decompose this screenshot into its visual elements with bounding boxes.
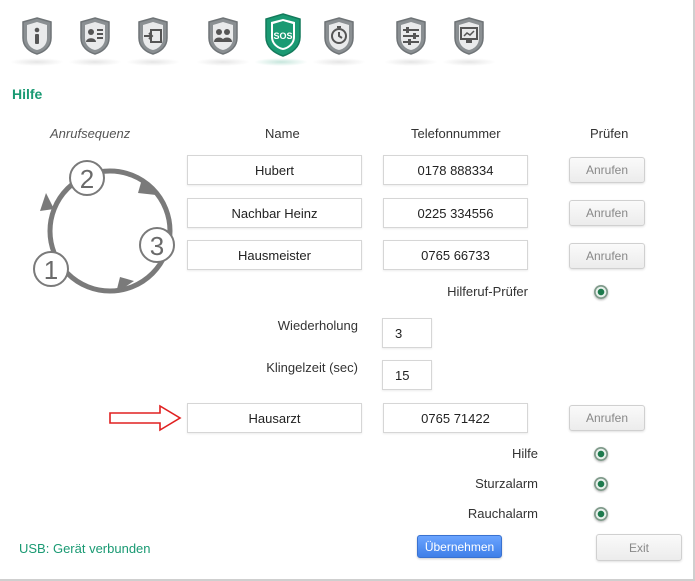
toolbar-shadow [196,58,250,66]
settings-sliders-icon[interactable] [393,16,429,56]
checker-label: Hilferuf-Prüfer [447,284,528,299]
call-button[interactable]: Anrufen [569,243,645,269]
toolbar-shadow [126,58,180,66]
repeat-label: Wiederholung [277,318,358,333]
contact-phone-field[interactable]: 0225 334556 [383,198,528,228]
toolbar-shadow [10,58,64,66]
doctor-name-field[interactable]: Hausarzt [187,403,362,433]
call-button[interactable]: Anrufen [569,405,645,431]
sequence-step-2: 2 [80,164,94,194]
contacts-icon[interactable] [77,16,113,56]
sequence-step-1: 1 [44,255,58,285]
ringtime-label: Klingelzeit (sec) [266,360,358,375]
option-label-rauchalarm: Rauchalarm [467,506,538,521]
repeat-field[interactable]: 3 [382,318,432,348]
sos-label: SOS [273,31,292,41]
usb-status: USB: Gerät verbunden [19,541,151,556]
toolbar-shadow [254,58,308,66]
section-title: Hilfe [12,86,43,102]
column-header-name: Name [265,126,300,141]
toolbar-shadow [68,58,122,66]
toolbar-shadow [442,58,496,66]
contact-name-field[interactable]: Hubert [187,155,362,185]
info-icon[interactable] [19,16,55,56]
doctor-phone-field[interactable]: 0765 71422 [383,403,528,433]
display-icon[interactable] [451,16,487,56]
option-radio-rauchalarm[interactable] [594,507,608,521]
exit-button[interactable]: Exit [596,534,682,561]
sos-icon[interactable]: SOS [263,12,303,58]
import-icon[interactable] [135,16,171,56]
toolbar-shadow [384,58,438,66]
checker-radio[interactable] [594,285,608,299]
sequence-title: Anrufsequenz [50,126,131,141]
column-header-phone: Telefonnummer [411,126,501,141]
contact-phone-field[interactable]: 0178 888334 [383,155,528,185]
option-label-sturzalarm: Sturzalarm [475,476,538,491]
contact-name-field[interactable]: Hausmeister [187,240,362,270]
option-radio-sturzalarm[interactable] [594,477,608,491]
people-icon[interactable] [205,16,241,56]
contact-name-field[interactable]: Nachbar Heinz [187,198,362,228]
call-sequence-diagram: 2 3 1 [26,155,186,305]
column-header-test: Prüfen [590,126,629,141]
arrow-right-icon [108,404,183,432]
call-button[interactable]: Anrufen [569,200,645,226]
option-label-hilfe: Hilfe [511,446,538,461]
option-radio-hilfe[interactable] [594,447,608,461]
apply-button[interactable]: Übernehmen [417,535,502,558]
sequence-step-3: 3 [150,231,164,261]
ringtime-field[interactable]: 15 [382,360,432,390]
call-button[interactable]: Anrufen [569,157,645,183]
contact-phone-field[interactable]: 0765 66733 [383,240,528,270]
toolbar-shadow [312,58,366,66]
timer-icon[interactable] [321,16,357,56]
